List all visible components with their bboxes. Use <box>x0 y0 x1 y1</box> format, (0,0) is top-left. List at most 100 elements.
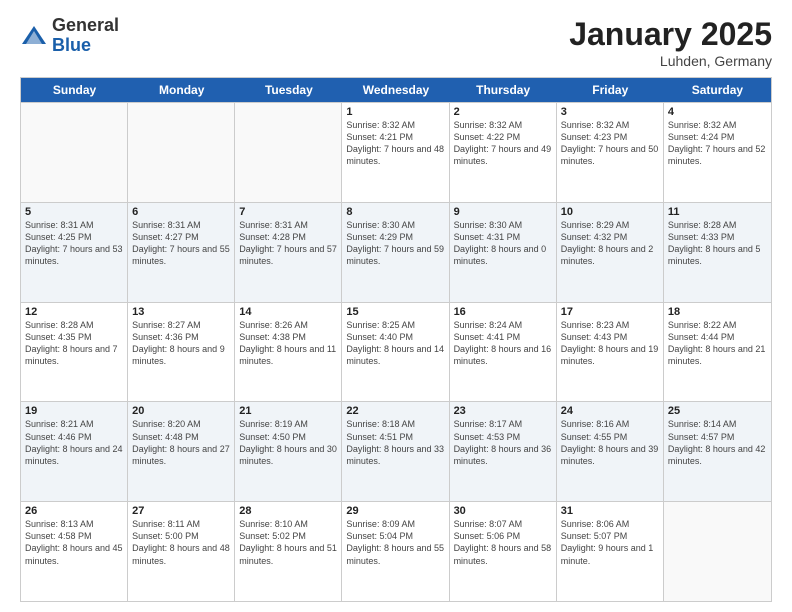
calendar-cell-r4-c3: 21Sunrise: 8:19 AM Sunset: 4:50 PM Dayli… <box>235 402 342 501</box>
calendar-cell-r1-c6: 3Sunrise: 8:32 AM Sunset: 4:23 PM Daylig… <box>557 103 664 202</box>
calendar-cell-r3-c1: 12Sunrise: 8:28 AM Sunset: 4:35 PM Dayli… <box>21 303 128 402</box>
header-monday: Monday <box>128 78 235 102</box>
calendar-cell-r2-c3: 7Sunrise: 8:31 AM Sunset: 4:28 PM Daylig… <box>235 203 342 302</box>
day-number: 28 <box>239 505 337 517</box>
day-number: 18 <box>668 306 767 318</box>
day-number: 22 <box>346 405 444 417</box>
day-info: Sunrise: 8:13 AM Sunset: 4:58 PM Dayligh… <box>25 518 123 567</box>
day-number: 10 <box>561 206 659 218</box>
calendar-cell-r5-c4: 29Sunrise: 8:09 AM Sunset: 5:04 PM Dayli… <box>342 502 449 601</box>
day-info: Sunrise: 8:07 AM Sunset: 5:06 PM Dayligh… <box>454 518 552 567</box>
calendar-cell-r5-c5: 30Sunrise: 8:07 AM Sunset: 5:06 PM Dayli… <box>450 502 557 601</box>
calendar-cell-r4-c5: 23Sunrise: 8:17 AM Sunset: 4:53 PM Dayli… <box>450 402 557 501</box>
calendar-cell-r5-c2: 27Sunrise: 8:11 AM Sunset: 5:00 PM Dayli… <box>128 502 235 601</box>
calendar-cell-r3-c7: 18Sunrise: 8:22 AM Sunset: 4:44 PM Dayli… <box>664 303 771 402</box>
calendar-row-4: 19Sunrise: 8:21 AM Sunset: 4:46 PM Dayli… <box>21 401 771 501</box>
day-number: 31 <box>561 505 659 517</box>
calendar-cell-r4-c7: 25Sunrise: 8:14 AM Sunset: 4:57 PM Dayli… <box>664 402 771 501</box>
logo-icon <box>20 22 48 50</box>
day-info: Sunrise: 8:28 AM Sunset: 4:35 PM Dayligh… <box>25 319 123 368</box>
calendar-cell-r1-c3 <box>235 103 342 202</box>
calendar-cell-r3-c3: 14Sunrise: 8:26 AM Sunset: 4:38 PM Dayli… <box>235 303 342 402</box>
calendar-cell-r5-c6: 31Sunrise: 8:06 AM Sunset: 5:07 PM Dayli… <box>557 502 664 601</box>
day-number: 2 <box>454 106 552 118</box>
calendar-page: General Blue January 2025 Luhden, German… <box>0 0 792 612</box>
header-thursday: Thursday <box>450 78 557 102</box>
day-info: Sunrise: 8:16 AM Sunset: 4:55 PM Dayligh… <box>561 418 659 467</box>
day-number: 15 <box>346 306 444 318</box>
calendar-row-2: 5Sunrise: 8:31 AM Sunset: 4:25 PM Daylig… <box>21 202 771 302</box>
day-number: 14 <box>239 306 337 318</box>
calendar-cell-r2-c1: 5Sunrise: 8:31 AM Sunset: 4:25 PM Daylig… <box>21 203 128 302</box>
calendar-cell-r5-c7 <box>664 502 771 601</box>
day-info: Sunrise: 8:21 AM Sunset: 4:46 PM Dayligh… <box>25 418 123 467</box>
day-info: Sunrise: 8:26 AM Sunset: 4:38 PM Dayligh… <box>239 319 337 368</box>
day-number: 13 <box>132 306 230 318</box>
calendar-cell-r3-c5: 16Sunrise: 8:24 AM Sunset: 4:41 PM Dayli… <box>450 303 557 402</box>
calendar-cell-r1-c1 <box>21 103 128 202</box>
day-number: 24 <box>561 405 659 417</box>
calendar-location: Luhden, Germany <box>569 53 772 69</box>
calendar-body: 1Sunrise: 8:32 AM Sunset: 4:21 PM Daylig… <box>21 102 771 601</box>
day-number: 20 <box>132 405 230 417</box>
calendar-cell-r1-c7: 4Sunrise: 8:32 AM Sunset: 4:24 PM Daylig… <box>664 103 771 202</box>
calendar-cell-r2-c6: 10Sunrise: 8:29 AM Sunset: 4:32 PM Dayli… <box>557 203 664 302</box>
day-info: Sunrise: 8:32 AM Sunset: 4:23 PM Dayligh… <box>561 119 659 168</box>
day-info: Sunrise: 8:32 AM Sunset: 4:22 PM Dayligh… <box>454 119 552 168</box>
day-number: 11 <box>668 206 767 218</box>
header-saturday: Saturday <box>664 78 771 102</box>
day-number: 27 <box>132 505 230 517</box>
calendar-cell-r4-c4: 22Sunrise: 8:18 AM Sunset: 4:51 PM Dayli… <box>342 402 449 501</box>
calendar-cell-r5-c3: 28Sunrise: 8:10 AM Sunset: 5:02 PM Dayli… <box>235 502 342 601</box>
day-number: 21 <box>239 405 337 417</box>
day-number: 1 <box>346 106 444 118</box>
header-sunday: Sunday <box>21 78 128 102</box>
page-header: General Blue January 2025 Luhden, German… <box>20 16 772 69</box>
day-number: 8 <box>346 206 444 218</box>
logo-text: General Blue <box>52 16 119 56</box>
day-info: Sunrise: 8:09 AM Sunset: 5:04 PM Dayligh… <box>346 518 444 567</box>
calendar-cell-r1-c2 <box>128 103 235 202</box>
day-number: 25 <box>668 405 767 417</box>
calendar-cell-r5-c1: 26Sunrise: 8:13 AM Sunset: 4:58 PM Dayli… <box>21 502 128 601</box>
day-info: Sunrise: 8:29 AM Sunset: 4:32 PM Dayligh… <box>561 219 659 268</box>
calendar-cell-r2-c4: 8Sunrise: 8:30 AM Sunset: 4:29 PM Daylig… <box>342 203 449 302</box>
calendar-cell-r1-c4: 1Sunrise: 8:32 AM Sunset: 4:21 PM Daylig… <box>342 103 449 202</box>
day-number: 4 <box>668 106 767 118</box>
calendar-cell-r4-c6: 24Sunrise: 8:16 AM Sunset: 4:55 PM Dayli… <box>557 402 664 501</box>
day-info: Sunrise: 8:18 AM Sunset: 4:51 PM Dayligh… <box>346 418 444 467</box>
logo-general-label: General <box>52 16 119 36</box>
day-number: 19 <box>25 405 123 417</box>
day-info: Sunrise: 8:28 AM Sunset: 4:33 PM Dayligh… <box>668 219 767 268</box>
day-number: 29 <box>346 505 444 517</box>
day-info: Sunrise: 8:24 AM Sunset: 4:41 PM Dayligh… <box>454 319 552 368</box>
calendar-cell-r3-c6: 17Sunrise: 8:23 AM Sunset: 4:43 PM Dayli… <box>557 303 664 402</box>
day-info: Sunrise: 8:19 AM Sunset: 4:50 PM Dayligh… <box>239 418 337 467</box>
calendar-cell-r2-c2: 6Sunrise: 8:31 AM Sunset: 4:27 PM Daylig… <box>128 203 235 302</box>
day-info: Sunrise: 8:23 AM Sunset: 4:43 PM Dayligh… <box>561 319 659 368</box>
calendar: Sunday Monday Tuesday Wednesday Thursday… <box>20 77 772 602</box>
day-number: 17 <box>561 306 659 318</box>
day-number: 16 <box>454 306 552 318</box>
logo: General Blue <box>20 16 119 56</box>
day-number: 26 <box>25 505 123 517</box>
day-number: 12 <box>25 306 123 318</box>
day-info: Sunrise: 8:17 AM Sunset: 4:53 PM Dayligh… <box>454 418 552 467</box>
day-info: Sunrise: 8:10 AM Sunset: 5:02 PM Dayligh… <box>239 518 337 567</box>
day-info: Sunrise: 8:06 AM Sunset: 5:07 PM Dayligh… <box>561 518 659 567</box>
calendar-header: Sunday Monday Tuesday Wednesday Thursday… <box>21 78 771 102</box>
day-info: Sunrise: 8:30 AM Sunset: 4:29 PM Dayligh… <box>346 219 444 268</box>
calendar-row-3: 12Sunrise: 8:28 AM Sunset: 4:35 PM Dayli… <box>21 302 771 402</box>
calendar-cell-r2-c5: 9Sunrise: 8:30 AM Sunset: 4:31 PM Daylig… <box>450 203 557 302</box>
day-number: 5 <box>25 206 123 218</box>
header-tuesday: Tuesday <box>235 78 342 102</box>
day-number: 3 <box>561 106 659 118</box>
calendar-row-1: 1Sunrise: 8:32 AM Sunset: 4:21 PM Daylig… <box>21 102 771 202</box>
calendar-row-5: 26Sunrise: 8:13 AM Sunset: 4:58 PM Dayli… <box>21 501 771 601</box>
calendar-cell-r4-c2: 20Sunrise: 8:20 AM Sunset: 4:48 PM Dayli… <box>128 402 235 501</box>
day-number: 6 <box>132 206 230 218</box>
logo-blue-label: Blue <box>52 36 119 56</box>
title-block: January 2025 Luhden, Germany <box>569 16 772 69</box>
calendar-title: January 2025 <box>569 16 772 53</box>
day-info: Sunrise: 8:32 AM Sunset: 4:24 PM Dayligh… <box>668 119 767 168</box>
